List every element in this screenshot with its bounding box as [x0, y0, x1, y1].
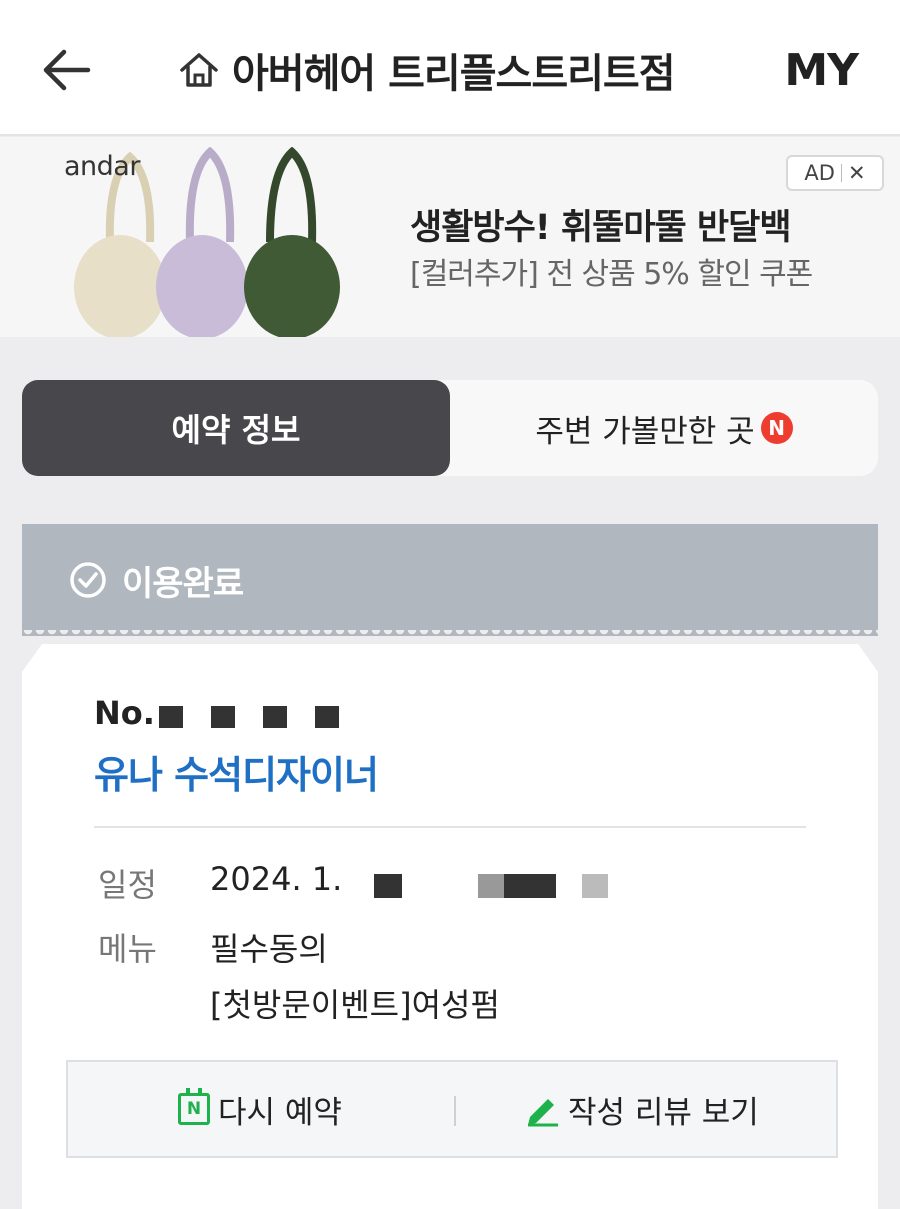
naver-calendar-icon: N [178, 1088, 210, 1125]
rebook-button[interactable]: N 다시 예약 [178, 1062, 342, 1156]
divider [94, 826, 806, 828]
view-review-label: 작성 리뷰 보기 [568, 1094, 759, 1131]
redacted-block [158, 706, 183, 728]
status-header: 이용완료 [22, 524, 878, 636]
ad-banner[interactable]: andar AD ✕ 생활방수! 휘뚤마뚤 반달백 [컬러추가] 전 상품 5%… [0, 137, 900, 337]
new-badge: N [760, 412, 793, 444]
redacted-block [210, 706, 235, 728]
menu-item: [첫방문이벤트]여성펌 [210, 986, 500, 1024]
ad-badge[interactable]: AD ✕ [786, 155, 884, 191]
redacted-block [478, 874, 504, 898]
booking-number-prefix: No. [94, 694, 155, 732]
booking-number: No. [94, 694, 339, 732]
schedule-label: 일정 [98, 866, 157, 904]
top-header: 아버헤어 트리플스트리트점 MY [0, 0, 900, 136]
store-title[interactable]: 아버헤어 트리플스트리트점 [176, 38, 676, 102]
tab-nearby-places[interactable]: 주변 가볼만한 곳 N [450, 380, 878, 476]
my-page-link[interactable]: MY [784, 38, 859, 102]
ad-badge-divider [840, 164, 842, 182]
schedule-value: 2024. 1. [210, 860, 342, 898]
action-divider [454, 1096, 456, 1126]
ad-subtitle: [컬러추가] 전 상품 5% 할인 쿠폰 [410, 257, 813, 292]
rebook-label: 다시 예약 [218, 1094, 342, 1131]
schedule-date: 2024. 1. [210, 860, 343, 898]
menu-label: 메뉴 [98, 930, 157, 968]
check-circle-icon [70, 562, 106, 598]
home-icon [176, 47, 222, 93]
redacted-block [314, 706, 339, 728]
tab-booking-info[interactable]: 예약 정보 [22, 380, 450, 476]
view-review-button[interactable]: 작성 리뷰 보기 [524, 1062, 759, 1156]
ticket-perforation [22, 630, 878, 642]
booking-card: No. 유나 수석디자이너 일정 2024. 1. 메뉴 필수동의 [첫방문이벤… [22, 644, 878, 1209]
designer-name[interactable]: 유나 수석디자이너 [94, 744, 379, 799]
ad-label: AD [804, 161, 835, 185]
back-button[interactable] [36, 44, 96, 96]
pencil-icon [528, 1099, 558, 1127]
tab-nearby-label: 주변 가볼만한 곳 [535, 413, 755, 450]
tab-bar: 예약 정보 주변 가볼만한 곳 N [22, 380, 878, 476]
action-bar: N 다시 예약 작성 리뷰 보기 [66, 1060, 838, 1158]
redacted-block [504, 874, 556, 898]
status-label: 이용완료 [122, 563, 244, 604]
page-title: 아버헤어 트리플스트리트점 [232, 51, 676, 97]
ad-brand-logo: andar [64, 151, 140, 182]
back-arrow-icon [43, 49, 91, 91]
redacted-block [262, 706, 287, 728]
close-icon[interactable]: ✕ [848, 161, 866, 185]
ad-title: 생활방수! 휘뚤마뚤 반달백 [410, 208, 792, 248]
redacted-block [582, 874, 608, 898]
menu-item: 필수동의 [210, 930, 328, 968]
redacted-block [374, 874, 402, 898]
